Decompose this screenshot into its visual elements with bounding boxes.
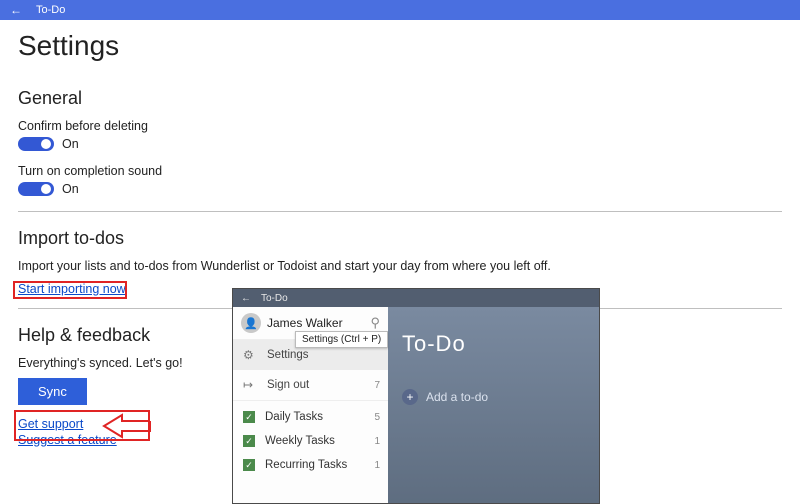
list-item[interactable]: ✓ Daily Tasks 5 bbox=[233, 405, 388, 429]
sync-button[interactable]: Sync bbox=[18, 378, 87, 405]
titlebar: ← To-Do bbox=[0, 0, 800, 20]
confirm-delete-label: Confirm before deleting bbox=[18, 119, 782, 133]
plus-icon: + bbox=[402, 389, 418, 405]
checklist-icon: ✓ bbox=[243, 459, 255, 471]
list-label: Daily Tasks bbox=[265, 411, 323, 423]
list-label: Weekly Tasks bbox=[265, 435, 335, 447]
count-badge: 7 bbox=[374, 380, 380, 391]
page-title: Settings bbox=[18, 30, 782, 62]
inset-titlebar-app: To-Do bbox=[261, 293, 288, 304]
start-importing-link[interactable]: Start importing now bbox=[18, 282, 126, 296]
general-heading: General bbox=[18, 88, 782, 109]
confirm-delete-state: On bbox=[62, 137, 79, 151]
user-menu: ⚙ Settings ↦ Sign out 7 bbox=[233, 339, 388, 401]
confirm-delete-setting: Confirm before deleting On bbox=[18, 119, 782, 154]
import-heading: Import to-dos bbox=[18, 228, 782, 249]
count-badge: 1 bbox=[374, 436, 380, 447]
settings-tooltip: Settings (Ctrl + P) bbox=[295, 331, 388, 348]
list-label: Recurring Tasks bbox=[265, 459, 347, 471]
count-badge: 1 bbox=[374, 460, 380, 471]
avatar-icon: 👤 bbox=[241, 313, 261, 333]
gear-icon: ⚙ bbox=[243, 348, 257, 362]
inset-titlebar: ← To-Do bbox=[233, 289, 599, 307]
inset-todo-app: ← To-Do 👤 James Walker ⚲ Settings (Ctrl … bbox=[232, 288, 600, 504]
add-todo-row[interactable]: + Add a to-do bbox=[402, 389, 585, 405]
back-icon[interactable]: ← bbox=[10, 3, 22, 17]
signout-icon: ↦ bbox=[243, 378, 257, 392]
titlebar-app: To-Do bbox=[36, 4, 65, 16]
count-badge: 5 bbox=[374, 412, 380, 423]
checklist-icon: ✓ bbox=[243, 435, 255, 447]
menu-item-label: Sign out bbox=[267, 379, 309, 391]
back-icon[interactable]: ← bbox=[241, 293, 251, 304]
lists: ✓ Daily Tasks 5 ✓ Weekly Tasks 1 ✓ Recur… bbox=[233, 401, 388, 477]
add-todo-label: Add a to-do bbox=[426, 390, 488, 404]
main-title: To-Do bbox=[402, 331, 585, 357]
checklist-icon: ✓ bbox=[243, 411, 255, 423]
completion-sound-state: On bbox=[62, 182, 79, 196]
list-item[interactable]: ✓ Weekly Tasks 1 bbox=[233, 429, 388, 453]
search-icon[interactable]: ⚲ bbox=[370, 315, 380, 331]
completion-sound-setting: Turn on completion sound On bbox=[18, 164, 782, 199]
user-header[interactable]: 👤 James Walker ⚲ Settings (Ctrl + P) bbox=[233, 307, 388, 339]
divider bbox=[18, 211, 782, 212]
list-item[interactable]: ✓ Recurring Tasks 1 bbox=[233, 453, 388, 477]
menu-item-signout[interactable]: ↦ Sign out 7 bbox=[233, 370, 388, 400]
completion-sound-toggle[interactable]: On bbox=[18, 182, 79, 196]
user-name: James Walker bbox=[267, 316, 343, 330]
inset-sidebar: 👤 James Walker ⚲ Settings (Ctrl + P) ⚙ S… bbox=[233, 307, 388, 503]
completion-sound-label: Turn on completion sound bbox=[18, 164, 782, 178]
menu-item-label: Settings bbox=[267, 349, 309, 361]
confirm-delete-toggle[interactable]: On bbox=[18, 137, 79, 151]
inset-main: To-Do + Add a to-do bbox=[388, 307, 599, 503]
import-desc: Import your lists and to-dos from Wunder… bbox=[18, 259, 782, 273]
